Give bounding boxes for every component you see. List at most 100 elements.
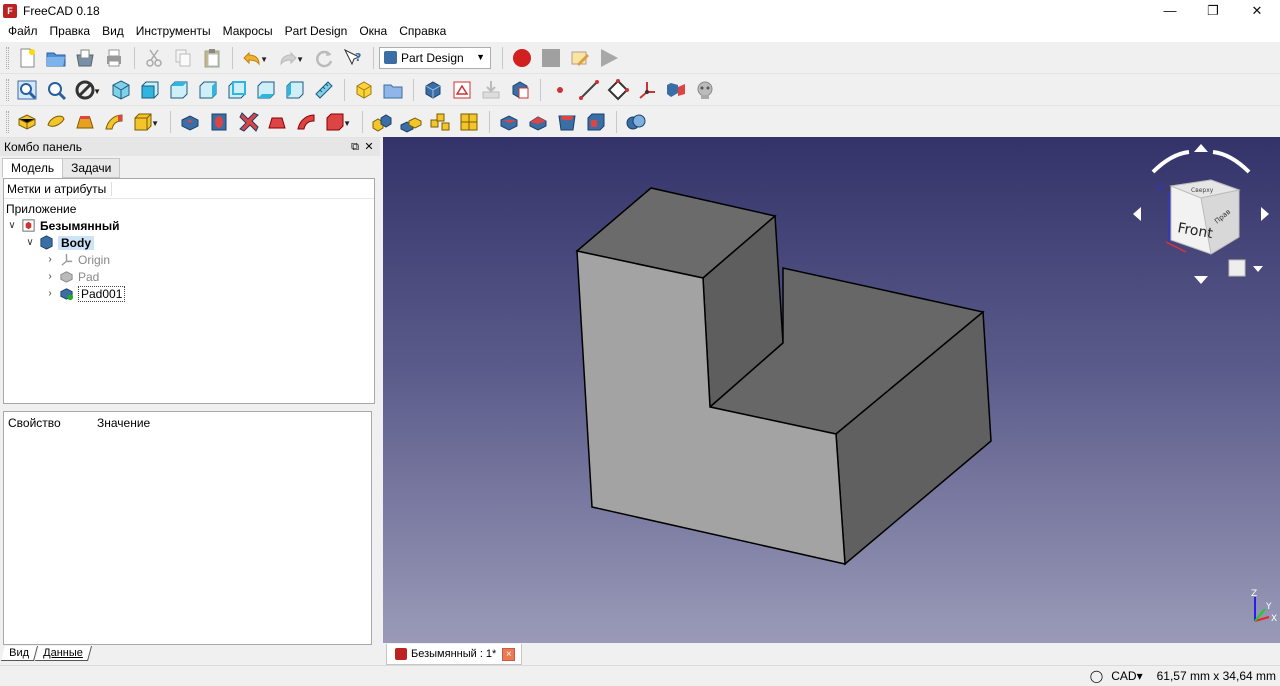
menu-tools[interactable]: Инструменты [130, 21, 217, 42]
copy-icon[interactable] [169, 44, 197, 72]
navigation-cube[interactable]: Front Прав Сверху Z [1131, 142, 1271, 292]
chamfer-icon[interactable] [524, 108, 552, 136]
tab-tasks[interactable]: Задачи [62, 158, 121, 178]
local-coordinate-icon[interactable] [633, 76, 661, 104]
tab-view-props[interactable]: Вид [0, 646, 38, 661]
menu-windows[interactable]: Окна [353, 21, 393, 42]
rotate-right-icon[interactable] [1212, 150, 1251, 174]
create-part-icon[interactable] [350, 76, 378, 104]
subtractive-primitive-icon[interactable]: ▼ [321, 108, 351, 136]
new-file-icon[interactable] [13, 44, 41, 72]
3d-view[interactable]: Front Прав Сверху Z Z Y X [383, 137, 1280, 643]
tree-body[interactable]: ∨ Body [24, 234, 94, 251]
toolbar-grip[interactable] [6, 110, 9, 133]
fit-all-icon[interactable] [13, 76, 41, 104]
shape-binder-icon[interactable] [662, 76, 690, 104]
macro-run-icon[interactable] [595, 44, 623, 72]
clone-icon[interactable] [691, 76, 719, 104]
restore-button[interactable]: ❐ [1190, 0, 1236, 21]
menu-macros[interactable]: Макросы [217, 21, 279, 42]
close-panel-icon[interactable]: ✕ [362, 140, 376, 154]
macro-edit-icon[interactable] [566, 44, 594, 72]
tree-origin[interactable]: › Origin [44, 251, 110, 268]
draw-style-icon[interactable]: ▼ [71, 76, 101, 104]
tab-document[interactable]: Безымянный : 1* × [386, 644, 522, 665]
tab-data-props[interactable]: Данные [34, 646, 92, 661]
tree-document[interactable]: ∨ Безымянный [6, 217, 119, 234]
nav-up-icon[interactable] [1194, 144, 1208, 152]
datum-plane-icon[interactable] [604, 76, 632, 104]
paste-icon[interactable] [198, 44, 226, 72]
draft-icon[interactable] [553, 108, 581, 136]
revolution-icon[interactable] [42, 108, 70, 136]
tab-model[interactable]: Модель [2, 158, 64, 178]
validate-sketch-icon[interactable] [477, 76, 505, 104]
fit-selection-icon[interactable] [42, 76, 70, 104]
measure-distance-icon[interactable] [310, 76, 338, 104]
print-icon[interactable] [100, 44, 128, 72]
navcube-top-label[interactable]: Сверху [1191, 187, 1214, 194]
pocket-icon[interactable] [176, 108, 204, 136]
view-right-icon[interactable] [194, 76, 222, 104]
mirrored-icon[interactable] [368, 108, 396, 136]
datum-point-icon[interactable] [546, 76, 574, 104]
tree-pad[interactable]: › Pad [44, 268, 99, 285]
pad-icon[interactable] [13, 108, 41, 136]
open-file-icon[interactable] [42, 44, 70, 72]
menu-file[interactable]: Файл [2, 21, 44, 42]
tree-pad001[interactable]: › Pad001 [44, 285, 126, 302]
menu-edit[interactable]: Правка [44, 21, 97, 42]
polar-pattern-icon[interactable] [426, 108, 454, 136]
expand-arrow-icon[interactable]: ∨ [6, 220, 18, 231]
additive-pipe-icon[interactable] [100, 108, 128, 136]
nav-left-icon[interactable] [1133, 207, 1141, 221]
menu-part-design[interactable]: Part Design [279, 21, 354, 42]
close-button[interactable]: ✕ [1234, 0, 1280, 21]
nav-right-icon[interactable] [1261, 207, 1269, 221]
expand-arrow-icon[interactable]: ∨ [24, 237, 36, 248]
boolean-icon[interactable] [622, 108, 650, 136]
undo-icon[interactable]: ▼ [238, 44, 268, 72]
linear-pattern-icon[interactable] [397, 108, 425, 136]
close-tab-icon[interactable]: × [502, 647, 516, 661]
view-bottom-icon[interactable] [252, 76, 280, 104]
redo-icon[interactable]: ▼ [274, 44, 304, 72]
groove-icon[interactable] [234, 108, 262, 136]
toolbar-grip[interactable] [6, 46, 9, 69]
fillet-icon[interactable] [495, 108, 523, 136]
collapse-arrow-icon[interactable]: › [44, 288, 56, 299]
additive-loft-icon[interactable] [71, 108, 99, 136]
toolbar-grip[interactable] [6, 78, 9, 101]
navcube-menu-icon[interactable] [1228, 259, 1246, 277]
thickness-icon[interactable] [582, 108, 610, 136]
macro-stop-icon[interactable] [537, 44, 565, 72]
create-group-icon[interactable] [379, 76, 407, 104]
multi-transform-icon[interactable] [455, 108, 483, 136]
datum-line-icon[interactable] [575, 76, 603, 104]
view-top-icon[interactable] [165, 76, 193, 104]
workbench-selector[interactable]: Part Design ▼ [379, 46, 491, 69]
navigation-style-selector[interactable]: CAD ▾ [1111, 669, 1142, 683]
collapse-arrow-icon[interactable]: › [44, 271, 56, 282]
view-front-icon[interactable] [136, 76, 164, 104]
minimize-button[interactable]: — [1147, 0, 1193, 21]
create-sketch-icon[interactable] [448, 76, 476, 104]
subtractive-loft-icon[interactable] [263, 108, 291, 136]
collapse-arrow-icon[interactable]: › [44, 254, 56, 265]
nav-down-icon[interactable] [1194, 276, 1208, 284]
view-rear-icon[interactable] [223, 76, 251, 104]
subtractive-pipe-icon[interactable] [292, 108, 320, 136]
whats-this-icon[interactable]: ? [339, 44, 367, 72]
additive-primitive-icon[interactable]: ▼ [129, 108, 159, 136]
refresh-icon[interactable] [310, 44, 338, 72]
hole-icon[interactable] [205, 108, 233, 136]
rotate-left-icon[interactable] [1151, 150, 1190, 174]
create-body-icon[interactable] [419, 76, 447, 104]
map-sketch-icon[interactable] [506, 76, 534, 104]
menu-help[interactable]: Справка [393, 21, 452, 42]
save-file-icon[interactable] [71, 44, 99, 72]
view-left-icon[interactable] [281, 76, 309, 104]
macro-record-icon[interactable] [508, 44, 536, 72]
undock-icon[interactable]: ⧉ [348, 140, 362, 154]
cut-icon[interactable] [140, 44, 168, 72]
